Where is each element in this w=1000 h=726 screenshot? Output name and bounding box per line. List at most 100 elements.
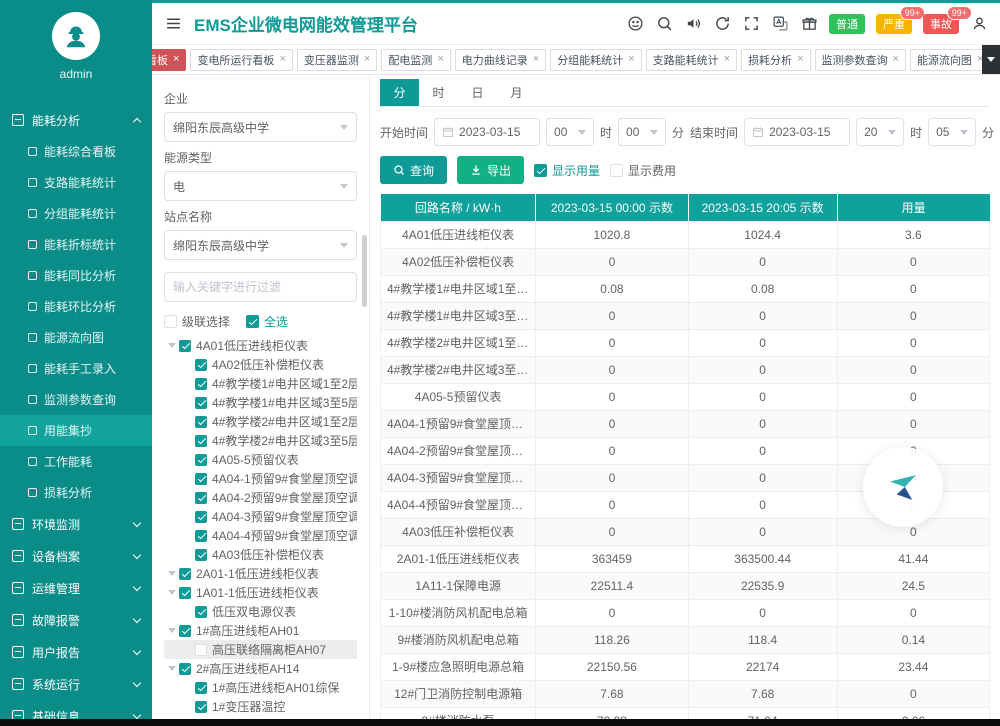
sidebar-item-用能集抄[interactable]: 用能集抄 [0,415,152,446]
tree-search-input[interactable] [164,272,357,302]
sidebar-section-设备档案[interactable]: 设备档案 [0,540,152,572]
tree-node[interactable]: 低压双电源仪表 [164,602,357,621]
tree-checkbox[interactable] [195,473,207,485]
start-date-input[interactable]: 2023-03-15 [434,118,540,146]
sidebar-item-分组能耗统计[interactable]: 分组能耗统计 [0,198,152,229]
badge-serious[interactable]: 严重99+ [876,14,912,34]
tree-node[interactable]: 高压联络隔离柜AH07 [164,640,357,659]
tree-node[interactable]: 2A01-1低压进线柜仪表 [164,564,357,583]
end-minute-select[interactable]: 05 [928,118,976,146]
tree-node[interactable]: 2#高压进线柜AH14 [164,659,357,678]
close-icon[interactable]: × [364,54,370,65]
export-button[interactable]: 导出 [457,156,524,184]
cascade-checkbox[interactable]: 级联选择 [164,313,230,330]
hamburger-icon[interactable] [164,15,182,33]
show-usage-checkbox[interactable]: 显示用量 [534,162,600,179]
tree-checkbox[interactable] [195,378,207,390]
tree-node[interactable]: 4A05-5预留仪表 [164,450,357,469]
sidebar-section-运维管理[interactable]: 运维管理 [0,572,152,604]
tree-checkbox[interactable] [195,606,207,618]
tree-checkbox[interactable] [195,359,207,371]
tab-分组能耗统计[interactable]: 分组能耗统计× [550,49,641,71]
close-icon[interactable]: × [279,54,285,65]
close-icon[interactable]: × [797,54,803,65]
tree-node[interactable]: 1#高压进线柜AH01 [164,621,357,640]
tab-电力曲线记录[interactable]: 电力曲线记录× [455,49,546,71]
period-tab-分[interactable]: 分 [380,79,419,106]
sidebar-item-能耗同比分析[interactable]: 能耗同比分析 [0,260,152,291]
period-tab-时[interactable]: 时 [419,79,458,106]
close-icon[interactable]: × [173,54,179,65]
gift-icon[interactable] [800,15,818,33]
tree-checkbox[interactable] [195,492,207,504]
search-icon[interactable] [655,15,673,33]
tree-checkbox[interactable] [195,397,207,409]
tree-node[interactable]: 4A02低压补偿柜仪表 [164,355,357,374]
tab-配电监测[interactable]: 配电监测× [381,49,450,71]
tree-node[interactable]: 1A01-1低压进线柜仪表 [164,583,357,602]
sidebar-item-能耗综合看板[interactable]: 能耗综合看板 [0,136,152,167]
sidebar-item-损耗分析[interactable]: 损耗分析 [0,477,152,508]
tree-node[interactable]: 4A04-4预留9#食堂屋顶空调机组仪表 [164,526,357,545]
sidebar-item-监测参数查询[interactable]: 监测参数查询 [0,384,152,415]
tab-监测参数查询[interactable]: 监测参数查询× [815,49,906,71]
tab-支路能耗统计[interactable]: 支路能耗统计× [646,49,737,71]
tab-变压器监测[interactable]: 变压器监测× [297,49,377,71]
site-select[interactable]: 绵阳东辰高级中学 [164,230,357,260]
tree-checkbox[interactable] [195,682,207,694]
tree-checkbox[interactable] [179,340,191,352]
period-tab-月[interactable]: 月 [497,79,536,106]
sidebar-item-支路能耗统计[interactable]: 支路能耗统计 [0,167,152,198]
tree-scrollbar[interactable] [362,235,367,307]
sidebar-item-能耗环比分析[interactable]: 能耗环比分析 [0,291,152,322]
tab-变电所运行看板[interactable]: 变电所运行看板× [190,49,292,71]
tree-node[interactable]: 4A04-1预留9#食堂屋顶空调机组仪表 [164,469,357,488]
tree-node[interactable]: 4#教学楼1#电井区域1至2层动力仪表 [164,374,357,393]
badge-normal[interactable]: 普通 [829,14,865,34]
start-hour-select[interactable]: 00 [546,118,594,146]
tree-checkbox[interactable] [179,663,191,675]
tree-node[interactable]: 4A04-3预留9#食堂屋顶空调机组仪表 [164,507,357,526]
sidebar-section-环境监测[interactable]: 环境监测 [0,508,152,540]
tree-node[interactable]: 1#变压器温控 [164,697,357,716]
sidebar-section-用户报告[interactable]: 用户报告 [0,636,152,668]
energy-type-select[interactable]: 电 [164,171,357,201]
show-cost-checkbox[interactable]: 显示费用 [610,162,676,179]
tree-node[interactable]: 4#教学楼1#电井区域3至5层动力仪表 [164,393,357,412]
tree-node[interactable]: 4A04-2预留9#食堂屋顶空调机组仪表 [164,488,357,507]
fullscreen-icon[interactable] [742,15,760,33]
tab-合看板[interactable]: 合看板× [152,49,186,71]
volume-icon[interactable] [684,15,702,33]
tree-node[interactable]: 4A03低压补偿柜仪表 [164,545,357,564]
avatar[interactable] [52,12,100,60]
user-icon[interactable] [970,15,988,33]
close-icon[interactable]: × [724,54,730,65]
end-date-input[interactable]: 2023-03-15 [744,118,850,146]
close-icon[interactable]: × [628,54,634,65]
tree-checkbox[interactable] [195,549,207,561]
translate-icon[interactable] [771,15,789,33]
sidebar-item-能源流向图[interactable]: 能源流向图 [0,322,152,353]
tab-menu-button[interactable] [982,45,1000,74]
tree-checkbox[interactable] [179,625,191,637]
refresh-icon[interactable] [713,15,731,33]
tab-损耗分析[interactable]: 损耗分析× [741,49,810,71]
badge-accident[interactable]: 事故99+ [923,14,959,34]
tree-checkbox[interactable] [179,568,191,580]
tree-checkbox[interactable] [179,587,191,599]
close-icon[interactable]: × [533,54,539,65]
start-minute-select[interactable]: 00 [618,118,666,146]
enterprise-select[interactable]: 绵阳东辰高级中学 [164,112,357,142]
tree-checkbox[interactable] [195,511,207,523]
tab-能源流向图[interactable]: 能源流向图× [910,49,990,71]
end-hour-select[interactable]: 20 [856,118,904,146]
select-all-checkbox[interactable]: 全选 [246,313,288,330]
period-tab-日[interactable]: 日 [458,79,497,106]
tree-node[interactable]: 1#高压进线柜AH01综保 [164,678,357,697]
close-icon[interactable]: × [437,54,443,65]
sidebar-item-能耗手工录入[interactable]: 能耗手工录入 [0,353,152,384]
sidebar-item-工作能耗[interactable]: 工作能耗 [0,446,152,477]
close-icon[interactable]: × [893,54,899,65]
sidebar-section-能耗分析[interactable]: 能耗分析 [0,104,152,136]
sidebar-item-能耗折标统计[interactable]: 能耗折标统计 [0,229,152,260]
